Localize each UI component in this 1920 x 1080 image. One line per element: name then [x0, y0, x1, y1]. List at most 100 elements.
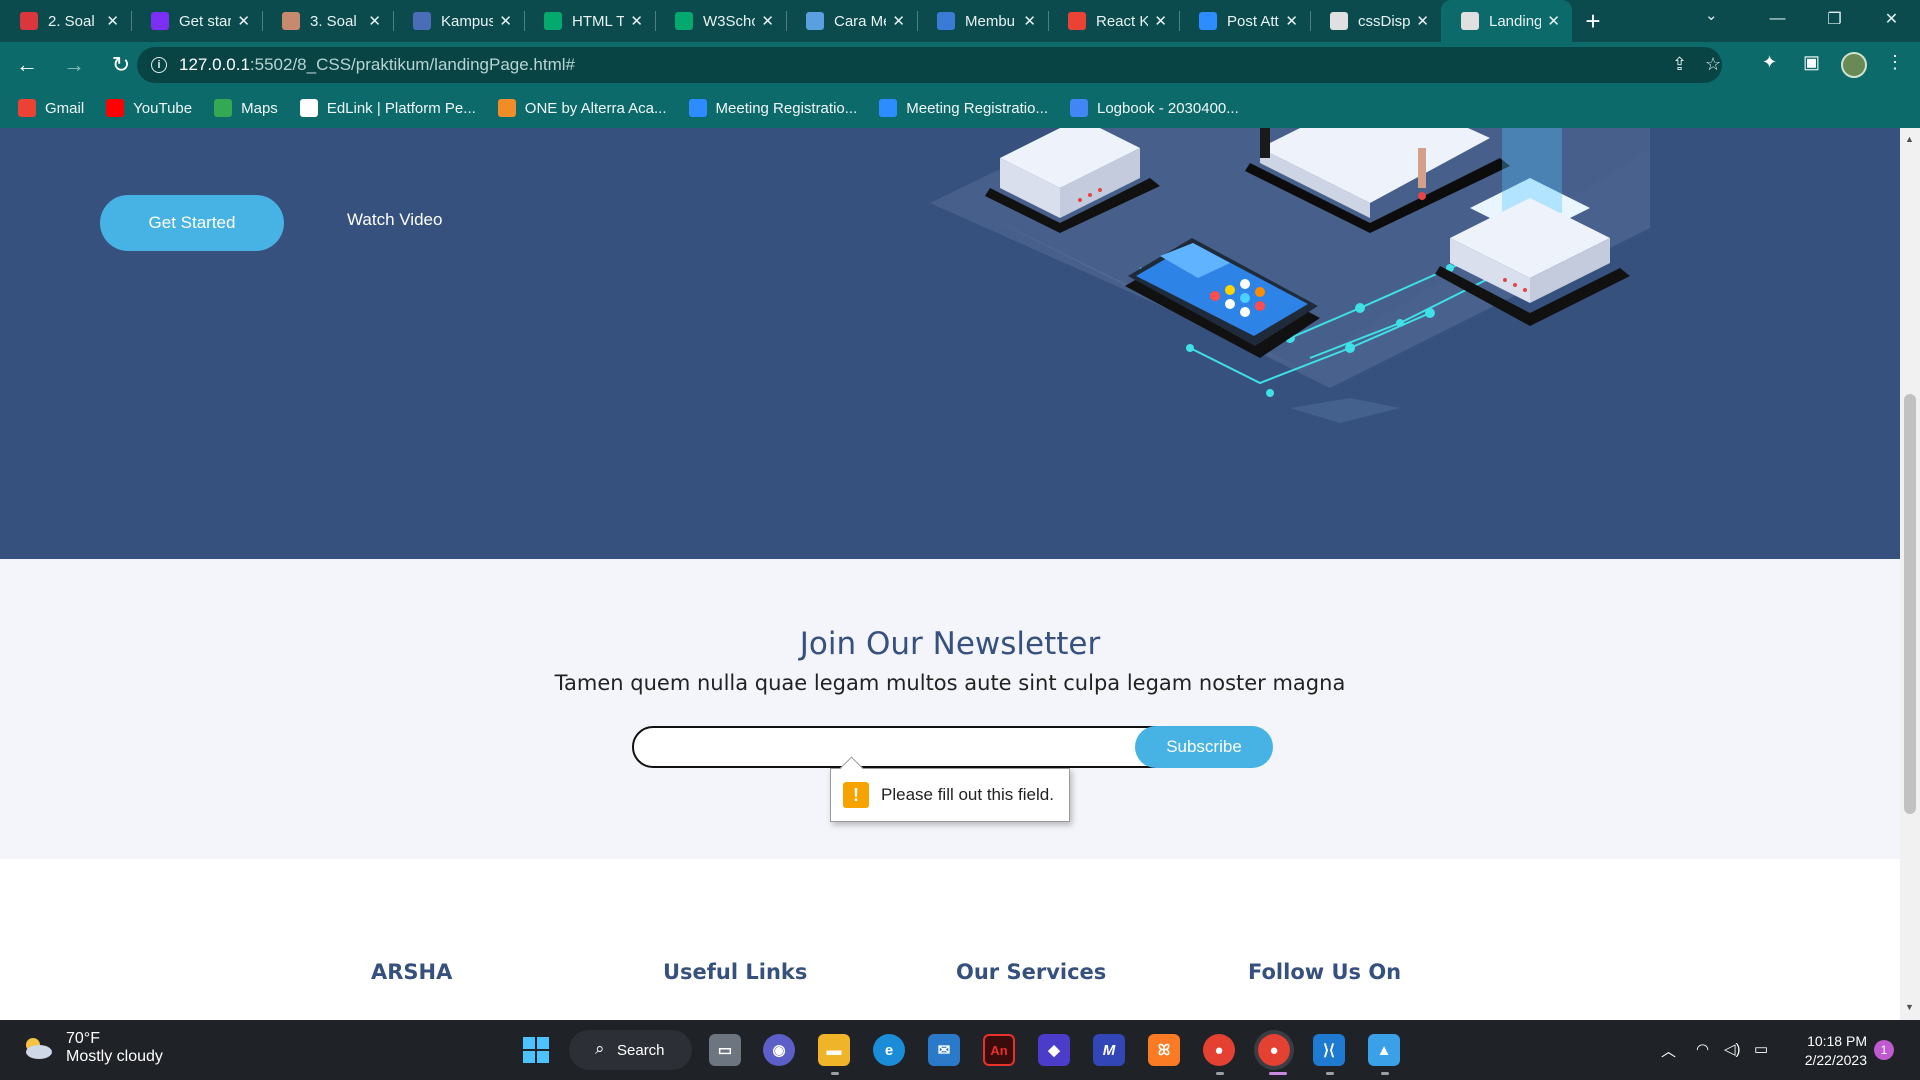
bookmark-item[interactable]: Meeting Registratio...: [879, 99, 1048, 117]
menu-kebab-icon[interactable]: ⋮: [1886, 52, 1904, 73]
bookmark-star-icon[interactable]: ☆: [1705, 54, 1721, 75]
copilot-icon[interactable]: ◆: [1038, 1034, 1070, 1066]
browser-tab[interactable]: 3. Soal I ✕: [262, 0, 393, 42]
close-tab-icon[interactable]: ✕: [1547, 12, 1560, 30]
watch-video-link[interactable]: Watch Video: [347, 210, 442, 230]
weather-widget[interactable]: 70°F Mostly cloudy: [20, 1030, 163, 1066]
bookmark-label: EdLink | Platform Pe...: [326, 99, 476, 117]
close-tab-icon[interactable]: ✕: [1023, 12, 1036, 30]
task-view-icon[interactable]: ▭: [709, 1034, 741, 1066]
vscode-icon[interactable]: ⟩⟨: [1313, 1034, 1345, 1066]
close-window-button[interactable]: ✕: [1863, 0, 1920, 38]
bookmark-item[interactable]: EdLink | Platform Pe...: [299, 99, 476, 117]
side-panel-icon[interactable]: ▣: [1803, 52, 1820, 73]
subscribe-button[interactable]: Subscribe: [1135, 726, 1273, 768]
notification-badge[interactable]: 1: [1874, 1040, 1894, 1060]
address-bar[interactable]: i 127.0.0.1:5502/8_CSS/praktikum/landing…: [137, 47, 1722, 83]
teams-chat-icon[interactable]: ◉: [763, 1034, 795, 1066]
browser-tab[interactable]: Post Att ✕: [1179, 0, 1310, 42]
bookmark-icon: [806, 12, 824, 30]
scroll-down-arrow-icon[interactable]: ▼: [1905, 1002, 1914, 1012]
bookmark-item[interactable]: Gmail: [18, 99, 84, 117]
window-controls: — ❐ ✕: [1749, 0, 1920, 38]
scroll-up-arrow-icon[interactable]: ▲: [1905, 134, 1914, 144]
tab-search-chevron-icon[interactable]: ⌄: [1705, 6, 1718, 24]
forward-button[interactable]: →: [54, 45, 94, 85]
browser-tab[interactable]: React K ✕: [1048, 0, 1179, 42]
page-scrollbar[interactable]: ▲ ▼: [1900, 128, 1920, 1020]
browser-tab[interactable]: Membu ✕: [917, 0, 1048, 42]
mailspring-icon[interactable]: M: [1093, 1034, 1125, 1066]
url-text[interactable]: 127.0.0.1:5502/8_CSS/praktikum/landingPa…: [179, 55, 575, 75]
bookmark-item[interactable]: Logbook - 2030400...: [1069, 99, 1239, 117]
profile-avatar[interactable]: [1841, 52, 1867, 78]
restore-button[interactable]: ❐: [1806, 0, 1863, 38]
get-started-button[interactable]: Get Started: [100, 195, 284, 251]
running-indicator: [1326, 1072, 1334, 1075]
tab-strip: 2. Soal I ✕ Get star ✕ 3. Soal I ✕ Kampus ✕ HTML…: [0, 0, 1920, 42]
scrollbar-thumb[interactable]: [1904, 394, 1916, 814]
back-button[interactable]: ←: [7, 45, 47, 85]
zoom-icon: [879, 99, 898, 117]
url-host: 127.0.0.1: [179, 55, 250, 74]
bookmark-item[interactable]: Meeting Registratio...: [688, 99, 858, 117]
weather-cloud-icon: [26, 1038, 52, 1059]
edge-icon[interactable]: e: [873, 1034, 905, 1066]
reload-button[interactable]: ↻: [101, 45, 141, 85]
new-tab-button[interactable]: +: [1572, 0, 1614, 42]
close-tab-icon[interactable]: ✕: [1154, 12, 1167, 30]
system-clock[interactable]: 10:18 PM 2/22/2023: [1795, 1032, 1867, 1070]
battery-icon[interactable]: ▭: [1754, 1040, 1768, 1058]
browser-tab[interactable]: Cara Me ✕: [786, 0, 917, 42]
tray-overflow-chevron-icon[interactable]: ︿: [1661, 1040, 1676, 1061]
chrome-icon[interactable]: ●: [1203, 1034, 1235, 1066]
photos-icon[interactable]: ▲: [1368, 1034, 1400, 1066]
close-tab-icon[interactable]: ✕: [892, 12, 905, 30]
tab-title: W3Scho: [703, 12, 755, 30]
browser-tab[interactable]: 2. Soal I ✕: [0, 0, 131, 42]
wifi-icon[interactable]: ◠: [1696, 1040, 1709, 1058]
close-tab-icon[interactable]: ✕: [1416, 12, 1429, 30]
close-tab-icon[interactable]: ✕: [630, 12, 643, 30]
bookmark-item[interactable]: ONE by Alterra Aca...: [497, 99, 667, 117]
bookmark-item[interactable]: YouTube: [106, 99, 192, 117]
gmail-icon: [1068, 12, 1086, 30]
bookmark-label: ONE by Alterra Aca...: [524, 99, 667, 117]
close-tab-icon[interactable]: ✕: [237, 12, 250, 30]
browser-tab[interactable]: Kampus ✕: [393, 0, 524, 42]
globe-icon: [299, 99, 318, 117]
tab-title: Cara Me: [834, 12, 886, 30]
taskbar-search[interactable]: ⌕ Search: [569, 1030, 692, 1070]
volume-icon[interactable]: ◁): [1724, 1040, 1741, 1058]
browser-tab[interactable]: cssDisp ✕: [1310, 0, 1441, 42]
globe-icon: [1461, 12, 1479, 30]
xampp-icon[interactable]: ꕤ: [1148, 1034, 1180, 1066]
globe-icon: [937, 12, 955, 30]
youtube-icon: [106, 99, 125, 117]
search-icon: ⌕: [595, 1039, 605, 1058]
close-tab-icon[interactable]: ✕: [106, 12, 119, 30]
bookmark-item[interactable]: Maps: [214, 99, 278, 117]
extensions-puzzle-icon[interactable]: ✦: [1762, 52, 1777, 73]
maps-icon: [214, 99, 233, 117]
share-icon[interactable]: ⇪: [1672, 54, 1687, 75]
start-windows-icon[interactable]: [520, 1034, 552, 1066]
close-tab-icon[interactable]: ✕: [1285, 12, 1298, 30]
browser-tab[interactable]: HTML T ✕: [524, 0, 655, 42]
close-tab-icon[interactable]: ✕: [368, 12, 381, 30]
browser-tab[interactable]: Landing ✕: [1441, 0, 1572, 42]
browser-toolbar: ← → ↻ i 127.0.0.1:5502/8_CSS/praktikum/l…: [0, 42, 1920, 88]
site-info-icon[interactable]: i: [151, 57, 167, 73]
browser-tab[interactable]: Get star ✕: [131, 0, 262, 42]
browser-tab[interactable]: W3Scho ✕: [655, 0, 786, 42]
close-tab-icon[interactable]: ✕: [761, 12, 774, 30]
chrome-profile-icon[interactable]: ●: [1258, 1034, 1290, 1066]
bookmark-label: Meeting Registratio...: [715, 99, 858, 117]
mail-icon[interactable]: ✉: [928, 1034, 960, 1066]
validation-tooltip: ! Please fill out this field.: [830, 768, 1070, 822]
running-indicator: [831, 1072, 839, 1075]
minimize-button[interactable]: —: [1749, 0, 1806, 38]
animate-icon[interactable]: An: [983, 1034, 1015, 1066]
file-explorer-icon[interactable]: ▬: [818, 1034, 850, 1066]
close-tab-icon[interactable]: ✕: [499, 12, 512, 30]
